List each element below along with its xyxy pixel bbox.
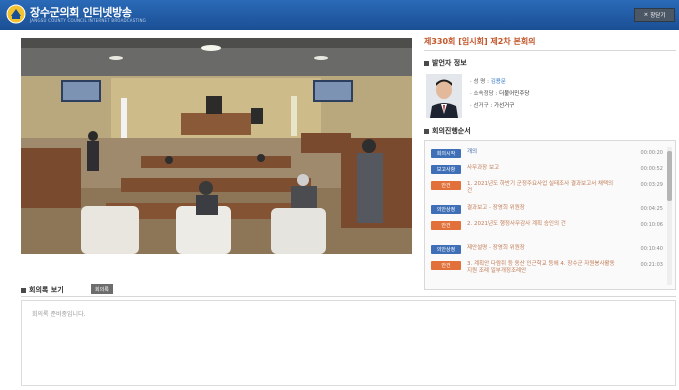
- close-icon: ×: [643, 12, 649, 18]
- close-window-button[interactable]: × 창닫기: [634, 8, 675, 22]
- agenda-tag: 의안상정: [431, 205, 461, 214]
- minutes-section-heading: 회의록 보기: [21, 285, 64, 295]
- agenda-section-heading: 회의진행순서: [424, 126, 471, 136]
- agenda-item-text[interactable]: 2. 2021년도 행정사무감사 계획 승인의 건: [467, 221, 617, 228]
- bullet-icon: [424, 60, 429, 66]
- council-chamber-video-frame: [21, 38, 412, 254]
- speaker-party-key: · 소속정당 :: [470, 91, 498, 97]
- agenda-item-time: 00:04:25: [640, 206, 663, 212]
- agenda-item-text[interactable]: 3. 계획안 다람쥐 등 동산 인근학교 등에 4. 장수군 자원봉사활동 지원…: [467, 261, 617, 275]
- app-subtitle: JANGSU COUNTY COUNCIL INTERNET BROADCAST…: [30, 18, 146, 23]
- speaker-photo: [426, 74, 462, 118]
- agenda-item-time: 00:00:20: [640, 150, 663, 156]
- speaker-name-value: 김용문: [490, 79, 506, 85]
- speaker-name-key: · 성 명 :: [470, 79, 489, 85]
- agenda-item-text[interactable]: 개의: [467, 149, 617, 156]
- agenda-section-label: 회의진행순서: [432, 127, 471, 135]
- agenda-scroll-thumb[interactable]: [667, 151, 672, 201]
- agenda-item-text[interactable]: 1. 2021년도 하반기 군정주요사업 실태조사 결과보고서 채택의 건: [467, 181, 617, 195]
- app-header: 장수군의회 인터넷방송 JANGSU COUNTY COUNCIL INTERN…: [0, 0, 679, 30]
- agenda-item-text[interactable]: 결과보고 - 장영희 위원장: [467, 205, 617, 212]
- agenda-item-time: 00:10:40: [640, 246, 663, 252]
- minutes-section-label: 회의록 보기: [29, 286, 64, 294]
- speaker-district-key: · 선거구 :: [470, 103, 493, 109]
- speaker-party-value: 더불어민주당: [499, 91, 530, 97]
- close-window-label: 창닫기: [650, 13, 666, 19]
- agenda-tag: 보고사항: [431, 165, 461, 174]
- speaker-district-row: · 선거구 : 가선거구: [470, 100, 529, 112]
- speaker-info: · 성 명 : 김용문 · 소속정당 : 더불어민주당 · 선거구 : 가선거구: [470, 76, 529, 112]
- council-logo-icon: [6, 4, 26, 24]
- speaker-party-row: · 소속정당 : 더불어민주당: [470, 88, 529, 100]
- agenda-tag: 안건: [431, 261, 461, 270]
- bullet-icon: [21, 287, 26, 293]
- speaker-portrait-icon: [426, 74, 462, 118]
- minutes-content-area[interactable]: 회의록 준비중입니다.: [21, 300, 676, 386]
- panel-divider: [424, 50, 676, 51]
- agenda-tag: 의안상정: [431, 245, 461, 254]
- minutes-header: 회의록 보기 회의록: [21, 283, 676, 297]
- minutes-placeholder-text: 회의록 준비중입니다.: [32, 311, 86, 318]
- session-title: 제330회 [임시회] 제2차 본회의: [424, 37, 536, 46]
- agenda-list[interactable]: 회의시작 개의 00:00:20 보고사항 사무과장 보고 00:00:52 안…: [424, 140, 676, 290]
- agenda-item-time: 00:10:06: [640, 222, 663, 228]
- agenda-item-time: 00:21:03: [640, 262, 663, 268]
- minutes-button[interactable]: 회의록: [91, 284, 113, 294]
- agenda-item-time: 00:03:29: [640, 182, 663, 188]
- speaker-district-value: 가선거구: [494, 103, 515, 109]
- speaker-name-row: · 성 명 : 김용문: [470, 76, 529, 88]
- agenda-tag: 안건: [431, 221, 461, 230]
- agenda-tag: 안건: [431, 181, 461, 190]
- agenda-tag: 회의시작: [431, 149, 461, 158]
- bullet-icon: [424, 128, 429, 134]
- agenda-item-text[interactable]: 사무과장 보고: [467, 165, 617, 172]
- speaker-section-heading: 발언자 정보: [424, 58, 467, 68]
- speaker-section-label: 발언자 정보: [432, 59, 467, 67]
- agenda-item-text[interactable]: 제안설명 - 장영희 위원장: [467, 245, 617, 252]
- video-player[interactable]: [21, 38, 412, 254]
- agenda-item-time: 00:00:52: [640, 166, 663, 172]
